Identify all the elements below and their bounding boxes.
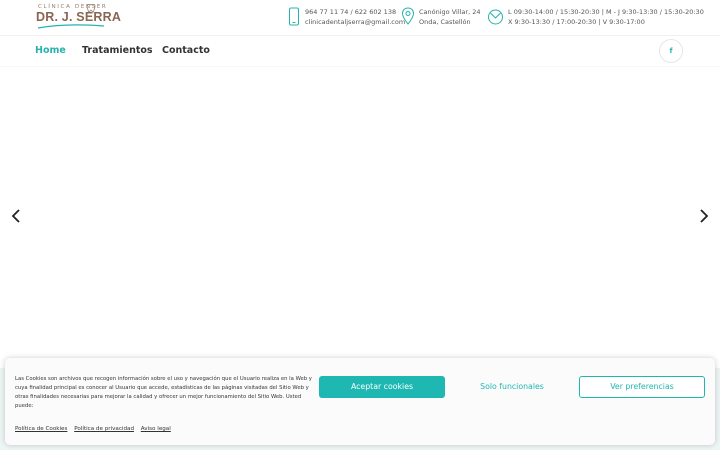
privacy-policy-link[interactable]: Política de privacidad (74, 426, 134, 432)
address-info: Canónigo Villar, 24 Onda, Castellón (401, 7, 481, 27)
functional-only-button[interactable]: Solo funcionales (449, 376, 575, 398)
facebook-icon[interactable]: f (659, 39, 683, 63)
phone-info: 964 77 11 74 / 622 602 138 clinicadental… (287, 7, 405, 27)
view-preferences-button[interactable]: Ver preferencias (579, 376, 705, 398)
phone-text[interactable]: 964 77 11 74 / 622 602 138 (305, 7, 405, 17)
accept-cookies-button[interactable]: Aceptar cookies (319, 376, 445, 398)
phone-icon (289, 7, 299, 26)
hours-line-2: X 9:30-13:30 / 17:00-20:30 | V 9:30-17:0… (508, 18, 645, 26)
nav-item-tratamientos[interactable]: Tratamientos (82, 45, 153, 56)
address-line-1: Canónigo Villar, 24 (419, 8, 481, 16)
cookie-links: Política de Cookies Política de privacid… (15, 426, 176, 432)
hours-line-1: L 09:30-14:00 / 15:30-20:30 | M - J 9:30… (508, 8, 704, 16)
address-line-2: Onda, Castellón (419, 18, 471, 26)
email-text[interactable]: clinicadentaljserra@gmail.com (305, 17, 405, 27)
cookie-message: Las Cookies son archivos que recogen inf… (15, 376, 312, 409)
chevron-right-icon[interactable] (697, 208, 711, 224)
nav-item-home[interactable]: Home (35, 45, 66, 56)
main-nav: Home Tratamientos Contacto f (0, 36, 720, 66)
cookie-banner: Las Cookies son archivos que recogen inf… (5, 358, 715, 445)
hours-info: L 09:30-14:00 / 15:30-20:30 | M - J 9:30… (487, 7, 704, 27)
clock-icon (488, 9, 503, 25)
clinic-logo[interactable]: CLÍNICA DENSER DR. J. SERRA (36, 4, 121, 32)
chevron-left-icon[interactable] (9, 208, 23, 224)
legal-notice-link[interactable]: Aviso legal (141, 426, 171, 432)
nav-item-contacto[interactable]: Contacto (162, 45, 210, 56)
logo-swoosh (37, 24, 105, 29)
location-pin-icon (401, 7, 415, 25)
hero-slider (0, 67, 720, 367)
top-bar: CLÍNICA DENSER DR. J. SERRA 964 77 11 74… (0, 0, 720, 36)
cookie-policy-link[interactable]: Política de Cookies (15, 426, 67, 432)
